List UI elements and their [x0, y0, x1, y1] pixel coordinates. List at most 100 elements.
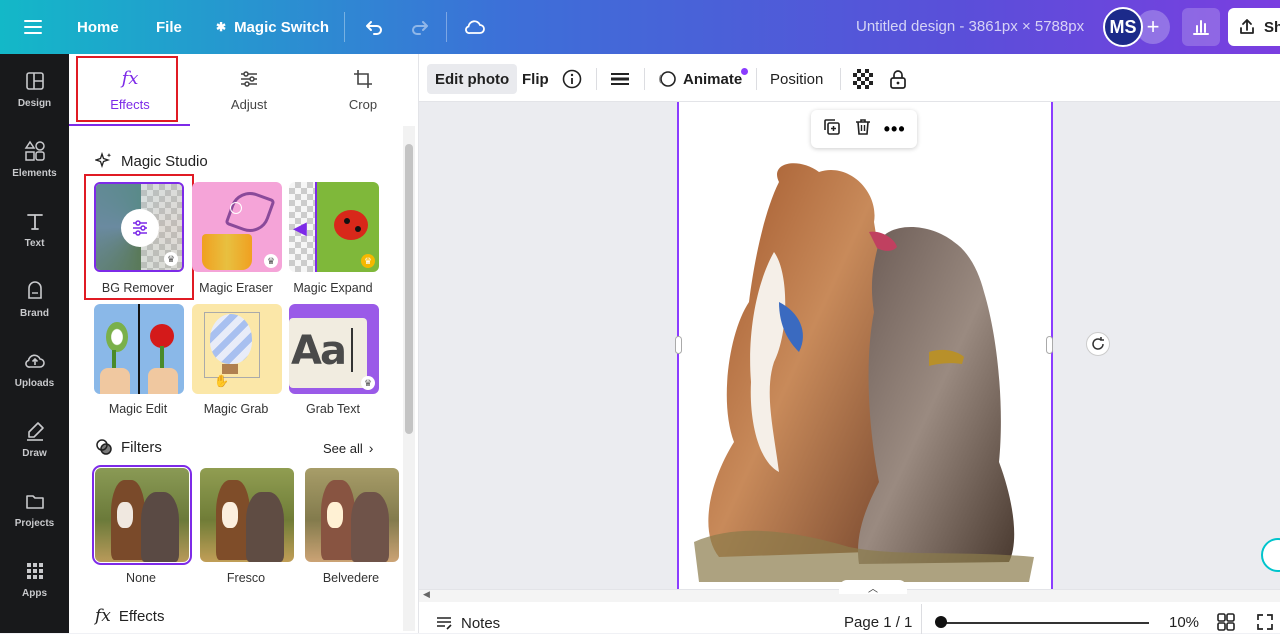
design-title[interactable]: Untitled design - 3861px × 5788px — [856, 18, 1084, 35]
crown-icon: ♛ — [164, 252, 178, 266]
design-page[interactable] — [675, 102, 1053, 589]
zoom-slider-knob[interactable] — [935, 616, 947, 628]
tab-effects[interactable]: fx Effects — [72, 54, 188, 126]
crop-icon — [354, 69, 372, 88]
rail-item-text[interactable]: Text — [0, 194, 69, 264]
zoom-slider-track[interactable] — [939, 622, 1149, 624]
magic-switch-button[interactable]: ✱ Magic Switch — [216, 0, 329, 54]
magic-switch-label: Magic Switch — [234, 18, 330, 36]
redo-icon[interactable] — [408, 0, 432, 54]
share-button[interactable]: Sh — [1228, 8, 1280, 46]
rail-item-brand[interactable]: Brand — [0, 264, 69, 334]
cloud-save-icon[interactable] — [463, 0, 487, 54]
tab-adjust[interactable]: Adjust — [191, 54, 307, 126]
divider — [596, 68, 597, 90]
rail-item-elements[interactable]: Elements — [0, 124, 69, 194]
collapse-pages-button[interactable]: ︿ — [839, 580, 907, 595]
tab-crop[interactable]: Crop — [305, 54, 421, 126]
home-button[interactable]: Home — [77, 0, 119, 54]
tool-label: Magic Grab — [203, 402, 269, 416]
crown-icon: ♛ — [361, 376, 375, 390]
notes-icon — [437, 617, 452, 630]
filter-belvedere-tile[interactable] — [305, 468, 399, 562]
lock-icon[interactable] — [887, 64, 909, 94]
magic-grab-tile[interactable]: ✋ — [192, 304, 282, 394]
notes-button[interactable]: Notes — [435, 614, 500, 632]
page-indicator[interactable]: Page 1 / 1 — [844, 614, 912, 631]
text-icon — [26, 213, 43, 230]
filter-label: Fresco — [226, 571, 266, 585]
rail-label: Draw — [22, 447, 47, 459]
flip-button[interactable]: Flip — [522, 64, 549, 94]
rotate-icon[interactable] — [1086, 332, 1110, 356]
filters-heading: Filters — [95, 438, 162, 456]
fx-icon: fx — [95, 606, 111, 626]
resize-handle-left[interactable] — [675, 336, 682, 354]
plus-icon: + — [1146, 14, 1160, 39]
scroll-thumb[interactable] — [405, 144, 413, 434]
fullscreen-icon[interactable] — [1255, 612, 1275, 632]
info-icon[interactable] — [561, 64, 583, 94]
tab-label: Effects — [110, 97, 150, 112]
apps-icon — [26, 562, 43, 579]
see-all-link[interactable]: See all › — [323, 440, 373, 456]
side-rail: Design Elements Text Brand Uploads Draw … — [0, 54, 69, 633]
edit-photo-button[interactable]: Edit photo — [427, 64, 518, 94]
rail-label: Apps — [22, 587, 47, 599]
arrow-left-icon: ◀ — [293, 218, 307, 238]
dogs-photo[interactable] — [679, 102, 1051, 589]
magic-expand-tile[interactable]: ◀ ♛ — [289, 182, 379, 272]
tool-label: Magic Eraser — [199, 281, 273, 295]
rail-item-projects[interactable]: Projects — [0, 474, 69, 544]
rail-item-draw[interactable]: Draw — [0, 404, 69, 474]
rail-label: Uploads — [14, 377, 55, 389]
rail-label: Design — [17, 97, 52, 109]
chevron-right-icon: › — [368, 440, 374, 456]
position-button[interactable]: Position — [770, 64, 823, 94]
file-menu-button[interactable]: File — [156, 0, 182, 54]
rail-item-apps[interactable]: Apps — [0, 544, 69, 614]
fx-icon: fx — [121, 68, 139, 89]
animate-button[interactable]: Animate — [657, 64, 749, 94]
section-title: Magic Studio — [121, 152, 208, 170]
filter-none-tile[interactable] — [92, 465, 192, 565]
menu-icon[interactable] — [22, 0, 44, 54]
divider — [344, 12, 345, 42]
resize-handle-right[interactable] — [1046, 336, 1053, 354]
folder-icon — [25, 494, 44, 509]
magic-studio-heading: Magic Studio — [95, 152, 208, 170]
help-icon[interactable] — [1261, 538, 1280, 572]
section-title: Effects — [118, 607, 165, 625]
trash-icon[interactable] — [853, 117, 873, 142]
zoom-value[interactable]: 10% — [1169, 614, 1199, 631]
tool-label: Grab Text — [306, 402, 360, 416]
divider — [921, 604, 922, 634]
duplicate-icon[interactable] — [822, 117, 842, 142]
divider — [446, 12, 447, 42]
effects-heading: fx Effects — [95, 606, 164, 626]
panel-scrollbar[interactable] — [403, 126, 415, 631]
rail-item-uploads[interactable]: Uploads — [0, 334, 69, 404]
grab-text-tile[interactable]: Aa ♛ — [289, 304, 379, 394]
section-title: Filters — [121, 438, 162, 456]
sparkles-icon — [95, 152, 112, 169]
undo-icon[interactable] — [362, 0, 386, 54]
tab-label: Crop — [348, 96, 378, 112]
magic-edit-tile[interactable] — [94, 304, 184, 394]
magic-eraser-tile[interactable]: ♛ — [192, 182, 282, 272]
insights-button[interactable] — [1182, 8, 1220, 46]
border-style-icon[interactable] — [609, 64, 631, 94]
avatar[interactable]: MS — [1103, 7, 1143, 47]
adjust-icon — [121, 209, 159, 247]
bg-remover-tile[interactable]: ♛ — [94, 182, 184, 272]
element-floating-toolbar: ••• — [811, 110, 917, 148]
grid-view-icon[interactable] — [1216, 612, 1236, 632]
animate-icon — [659, 71, 676, 87]
scroll-left-icon[interactable]: ◀ — [423, 589, 430, 600]
crown-icon: ♛ — [361, 254, 375, 268]
filter-fresco-tile[interactable] — [200, 468, 294, 562]
rail-item-design[interactable]: Design — [0, 54, 69, 124]
more-options-icon[interactable]: ••• — [884, 119, 906, 140]
filter-label: None — [126, 571, 156, 585]
transparency-icon[interactable] — [853, 64, 873, 94]
